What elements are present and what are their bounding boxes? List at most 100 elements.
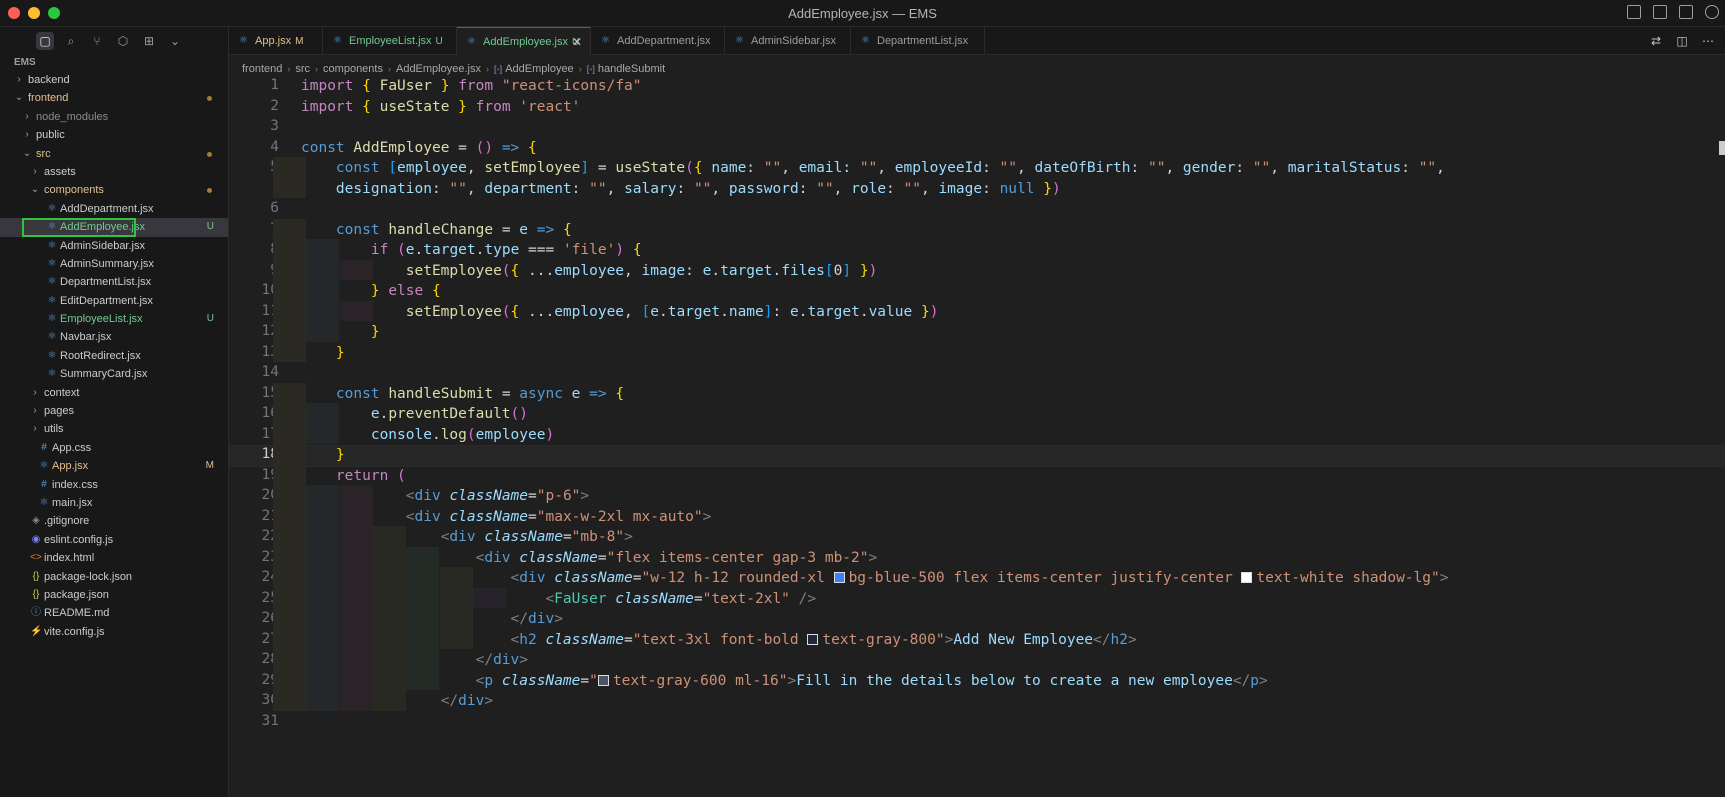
chevron-right-icon[interactable]: › <box>30 163 40 181</box>
code-line[interactable]: </div> <box>301 649 528 671</box>
file-app-jsx[interactable]: ⚛ App.jsx M <box>0 457 228 475</box>
file-adddepartment-jsx[interactable]: ⚛ AddDepartment.jsx <box>0 200 228 218</box>
code-line[interactable]: <h2 className="text-3xl font-bold text-g… <box>301 629 1137 651</box>
code-line[interactable]: <div className="max-w-2xl mx-auto"> <box>301 506 712 528</box>
code-line[interactable]: </div> <box>301 608 563 630</box>
explorer-root[interactable]: EMS <box>0 55 228 71</box>
breadcrumb-item[interactable]: frontend <box>242 63 282 75</box>
chevron-down-icon[interactable]: ⌄ <box>22 145 32 163</box>
modified-dot <box>207 96 212 102</box>
breadcrumb-item[interactable]: src <box>295 63 310 75</box>
chevron-right-icon[interactable]: › <box>30 384 40 402</box>
source-control-icon[interactable]: ⑂ <box>88 32 106 50</box>
open-changes-icon[interactable]: ⇄ <box>1649 34 1663 48</box>
folder-assets[interactable]: › assets <box>0 163 228 181</box>
code-line[interactable]: <div className="p-6"> <box>301 485 589 507</box>
file-adminsidebar-jsx[interactable]: ⚛ AdminSidebar.jsx <box>0 237 228 255</box>
folder-pages[interactable]: › pages <box>0 402 228 420</box>
code-line[interactable]: return ( <box>301 465 406 487</box>
code-line[interactable]: e.preventDefault() <box>301 403 528 425</box>
code-line[interactable]: <div className="flex items-center gap-3 … <box>301 547 878 569</box>
code-line[interactable]: setEmployee({ ...employee, [e.target.nam… <box>301 301 939 323</box>
extensions-cube-icon[interactable] <box>1679 5 1693 19</box>
breadcrumb-item[interactable]: handleSubmit <box>598 63 665 75</box>
file-index-html[interactable]: <> index.html <box>0 549 228 567</box>
folder-backend[interactable]: › backend <box>0 71 228 89</box>
search-icon[interactable]: ⌕ <box>62 32 80 50</box>
folder-public[interactable]: › public <box>0 126 228 144</box>
code-line[interactable]: const [employee, setEmployee] = useState… <box>301 157 1445 179</box>
folder-utils[interactable]: › utils <box>0 420 228 438</box>
file-app-css[interactable]: # App.css <box>0 439 228 457</box>
file-vite-config-js[interactable]: ⚡ vite.config.js <box>0 623 228 641</box>
tab-adddepartment-jsx[interactable]: ⚛ AddDepartment.jsx <box>591 27 725 55</box>
files-icon[interactable]: ▢ <box>36 32 54 50</box>
chevron-down-icon[interactable]: ⌄ <box>14 89 24 107</box>
folder-components[interactable]: ⌄ components <box>0 181 228 199</box>
tab-employeelist-jsx[interactable]: ⚛ EmployeeList.jsx U <box>323 27 457 55</box>
file-adminsummary-jsx[interactable]: ⚛ AdminSummary.jsx <box>0 255 228 273</box>
file-package-json[interactable]: {} package.json <box>0 586 228 604</box>
scrollbar-marker[interactable] <box>1719 141 1725 155</box>
code-line[interactable]: import { FaUser } from "react-icons/fa" <box>301 75 642 97</box>
code-line[interactable]: <FaUser className="text-2xl" /> <box>301 588 816 610</box>
code-line[interactable]: </div> <box>301 690 493 712</box>
code-editor[interactable]: 1 import { FaUser } from "react-icons/fa"… <box>229 77 1725 797</box>
code-line[interactable]: const handleChange = e => { <box>301 219 572 241</box>
code-line[interactable]: } else { <box>301 280 441 302</box>
chevron-right-icon[interactable]: › <box>22 108 32 126</box>
code-line[interactable]: <div className="mb-8"> <box>301 526 633 548</box>
file-navbar-jsx[interactable]: ⚛ Navbar.jsx <box>0 328 228 346</box>
tab-addemployee-jsx[interactable]: ⚛ AddEmployee.jsx U ✕ <box>457 27 591 55</box>
chevron-right-icon[interactable]: › <box>14 71 24 89</box>
folder-src[interactable]: ⌄ src <box>0 145 228 163</box>
code-line[interactable]: } <box>301 321 380 343</box>
file--gitignore[interactable]: ◈ .gitignore <box>0 512 228 530</box>
tab-app-jsx[interactable]: ⚛ App.jsx M <box>229 27 323 55</box>
settings-gear-icon[interactable] <box>1705 5 1719 19</box>
code-line[interactable]: const AddEmployee = () => { <box>301 137 537 159</box>
chevron-right-icon[interactable]: › <box>30 420 40 438</box>
more-chevron-down-icon[interactable]: ⌄ <box>166 32 184 50</box>
chevron-right-icon[interactable]: › <box>30 402 40 420</box>
file-index-css[interactable]: # index.css <box>0 476 228 494</box>
code-line[interactable]: import { useState } from 'react' <box>301 96 580 118</box>
code-line[interactable]: } <box>301 444 345 466</box>
file-summarycard-jsx[interactable]: ⚛ SummaryCard.jsx <box>0 365 228 383</box>
chevron-down-icon[interactable]: ⌄ <box>30 181 40 199</box>
folder-frontend[interactable]: ⌄ frontend <box>0 89 228 107</box>
extensions-icon[interactable]: ⊞ <box>140 32 158 50</box>
code-line[interactable]: console.log(employee) <box>301 424 554 446</box>
breadcrumb-item[interactable]: components <box>323 63 383 75</box>
code-line[interactable]: <div className="w-12 h-12 rounded-xl bg-… <box>301 567 1449 589</box>
code-line[interactable]: setEmployee({ ...employee, image: e.targ… <box>301 260 878 282</box>
file-editdepartment-jsx[interactable]: ⚛ EditDepartment.jsx <box>0 292 228 310</box>
code-line[interactable]: <p className=" text-gray-600 ml-16">Fill … <box>301 670 1268 692</box>
close-tab-icon[interactable]: ✕ <box>572 28 582 56</box>
breadcrumb-item[interactable]: AddEmployee.jsx <box>396 63 481 75</box>
file-departmentlist-jsx[interactable]: ⚛ DepartmentList.jsx <box>0 273 228 291</box>
debug-icon[interactable]: ⬡ <box>114 32 132 50</box>
folder-context[interactable]: › context <box>0 384 228 402</box>
folder-node-modules[interactable]: › node_modules <box>0 108 228 126</box>
file-rootredirect-jsx[interactable]: ⚛ RootRedirect.jsx <box>0 347 228 365</box>
more-actions-icon[interactable]: ⋯ <box>1701 34 1715 48</box>
file-main-jsx[interactable]: ⚛ main.jsx <box>0 494 228 512</box>
code-line[interactable]: const handleSubmit = async e => { <box>301 383 624 405</box>
line-number: 11 <box>261 302 279 319</box>
file-readme-md[interactable]: ⓘ README.md <box>0 604 228 622</box>
toggle-sidebar-icon[interactable] <box>1627 5 1641 19</box>
tab-departmentlist-jsx[interactable]: ⚛ DepartmentList.jsx <box>851 27 985 55</box>
code-text: <div className="w-12 h-12 rounded-xl bg-… <box>510 570 1449 586</box>
file-package-lock-json[interactable]: {} package-lock.json <box>0 568 228 586</box>
code-line[interactable]: designation: "", department: "", salary:… <box>301 178 1061 200</box>
toggle-panel-icon[interactable] <box>1653 5 1667 19</box>
breadcrumb-item[interactable]: AddEmployee <box>505 63 574 75</box>
file-eslint-config-js[interactable]: ◉ eslint.config.js <box>0 531 228 549</box>
code-line[interactable]: } <box>301 342 345 364</box>
chevron-right-icon[interactable]: › <box>22 126 32 144</box>
file-employeelist-jsx[interactable]: ⚛ EmployeeList.jsx U <box>0 310 228 328</box>
tab-adminsidebar-jsx[interactable]: ⚛ AdminSidebar.jsx <box>725 27 851 55</box>
code-line[interactable]: if (e.target.type === 'file') { <box>301 239 642 261</box>
split-editor-icon[interactable]: ◫ <box>1675 34 1689 48</box>
